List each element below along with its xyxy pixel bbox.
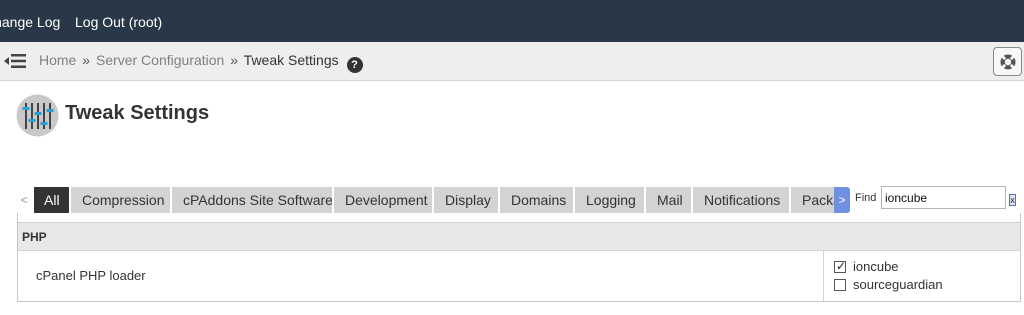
ioncube-checkbox[interactable]: ✓ [834, 259, 847, 273]
section-header: PHP [18, 222, 1020, 251]
tabs-scroll-right-button[interactable]: > [834, 187, 850, 213]
page-title: Tweak Settings [65, 102, 210, 124]
lifebuoy-icon [1000, 54, 1016, 70]
breadcrumb-current: Tweak Settings [243, 52, 339, 68]
breadcrumb-separator: » [82, 52, 91, 68]
option-label: sourceguardian [853, 277, 943, 292]
breadcrumb-separator: » [230, 52, 239, 68]
tab-domains[interactable]: Domains [500, 187, 573, 213]
category-tabs: < All Compression cPAddons Site Software… [16, 186, 1024, 213]
tab-mail[interactable]: Mail [646, 187, 691, 213]
sourceguardian-checkbox[interactable] [834, 279, 846, 291]
menu-toggle-icon[interactable] [4, 52, 26, 70]
tab-packages[interactable]: Packages [791, 187, 835, 213]
find-label: Find [855, 192, 877, 204]
tab-logging[interactable]: Logging [575, 187, 644, 213]
tabs-scroll-left-button[interactable]: < [16, 187, 32, 213]
clear-find-icon[interactable]: x [1009, 194, 1016, 206]
support-button[interactable] [993, 47, 1022, 76]
tab-strip: All Compression cPAddons Site Software D… [34, 187, 835, 213]
tab-display[interactable]: Display [434, 187, 498, 213]
tab-cpaddons-site-software[interactable]: cPAddons Site Software [172, 187, 332, 213]
section-title: PHP [22, 230, 47, 244]
breadcrumb-server-configuration[interactable]: Server Configuration [96, 52, 224, 68]
settings-panel: PHP cPanel PHP loader ✓ ioncube sourcegu… [17, 213, 1021, 302]
setting-name: cPanel PHP loader [36, 268, 146, 283]
tab-notifications[interactable]: Notifications [693, 187, 789, 213]
sliders-icon [16, 94, 59, 137]
breadcrumb-bar: Home » Server Configuration » Tweak Sett… [0, 42, 1024, 81]
log-out-link[interactable]: Log Out (root) [75, 14, 162, 30]
check-mark-icon: ✓ [836, 259, 847, 273]
breadcrumb-home[interactable]: Home [39, 52, 76, 68]
top-nav-bar: Change Log Log Out (root) [0, 0, 1024, 42]
tab-development[interactable]: Development [334, 187, 432, 213]
option-label: ioncube [853, 259, 899, 274]
tab-all[interactable]: All [34, 187, 69, 213]
change-log-link[interactable]: Change Log [0, 14, 60, 30]
tab-compression[interactable]: Compression [71, 187, 170, 213]
find-input[interactable] [881, 186, 1006, 209]
breadcrumb: Home » Server Configuration » Tweak Sett… [39, 52, 363, 73]
column-divider [823, 251, 824, 301]
help-icon[interactable]: ? [346, 57, 363, 73]
